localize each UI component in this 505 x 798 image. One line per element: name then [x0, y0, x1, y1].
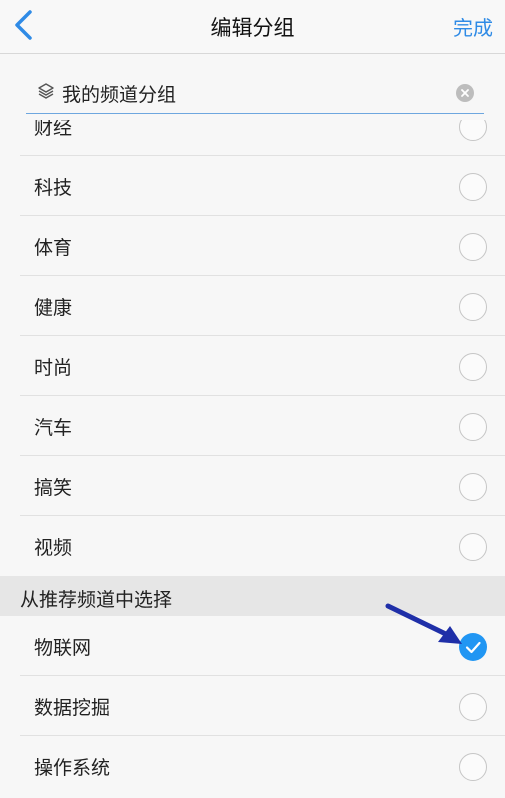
channel-list[interactable]: 财经 科技 体育 健康 时尚 汽车 搞笑 视频 从推荐频道中选择 物联网 数据挖… [0, 120, 505, 798]
channel-row[interactable]: 视频 [0, 516, 505, 576]
channel-label: 体育 [34, 237, 73, 259]
radio-circle-icon[interactable] [459, 473, 487, 501]
channel-row[interactable]: 健康 [0, 276, 505, 336]
channel-label: 视频 [34, 537, 73, 559]
channel-label: 搞笑 [34, 477, 73, 499]
checkmark-circle-icon[interactable] [459, 633, 487, 661]
group-name-field-container [26, 76, 484, 114]
radio-circle-icon[interactable] [459, 120, 487, 141]
radio-circle-icon[interactable] [459, 353, 487, 381]
recommended-row[interactable]: 物联网 [0, 616, 505, 676]
radio-circle-icon[interactable] [459, 753, 487, 781]
group-name-input[interactable] [62, 78, 452, 108]
channel-label: 科技 [34, 177, 73, 199]
clear-icon[interactable] [456, 84, 474, 102]
recommended-label: 物联网 [34, 637, 92, 659]
channel-row[interactable]: 搞笑 [0, 456, 505, 516]
radio-circle-icon[interactable] [459, 173, 487, 201]
section-header: 从推荐频道中选择 [0, 576, 505, 616]
channel-row[interactable]: 体育 [0, 216, 505, 276]
radio-circle-icon[interactable] [459, 233, 487, 261]
channel-row[interactable]: 财经 [0, 120, 505, 156]
section-header-label: 从推荐频道中选择 [20, 589, 173, 611]
radio-circle-icon[interactable] [459, 293, 487, 321]
channel-row[interactable]: 科技 [0, 156, 505, 216]
channel-label: 时尚 [34, 357, 73, 379]
group-name-section [0, 54, 505, 120]
radio-circle-icon[interactable] [459, 533, 487, 561]
layers-icon [38, 83, 54, 99]
radio-circle-icon[interactable] [459, 693, 487, 721]
channel-label: 财经 [34, 120, 73, 139]
channel-row[interactable]: 时尚 [0, 336, 505, 396]
channel-label: 健康 [34, 297, 73, 319]
channel-label: 汽车 [34, 417, 73, 439]
channel-row[interactable]: 汽车 [0, 396, 505, 456]
done-button[interactable]: 完成 [453, 12, 493, 41]
nav-bar: 编辑分组 完成 [0, 0, 505, 54]
recommended-row[interactable]: 操作系统 [0, 736, 505, 796]
recommended-label: 操作系统 [34, 757, 111, 779]
radio-circle-icon[interactable] [459, 413, 487, 441]
page-title: 编辑分组 [210, 16, 295, 40]
recommended-label: 数据挖掘 [34, 697, 111, 719]
recommended-row[interactable]: 数据挖掘 [0, 676, 505, 736]
